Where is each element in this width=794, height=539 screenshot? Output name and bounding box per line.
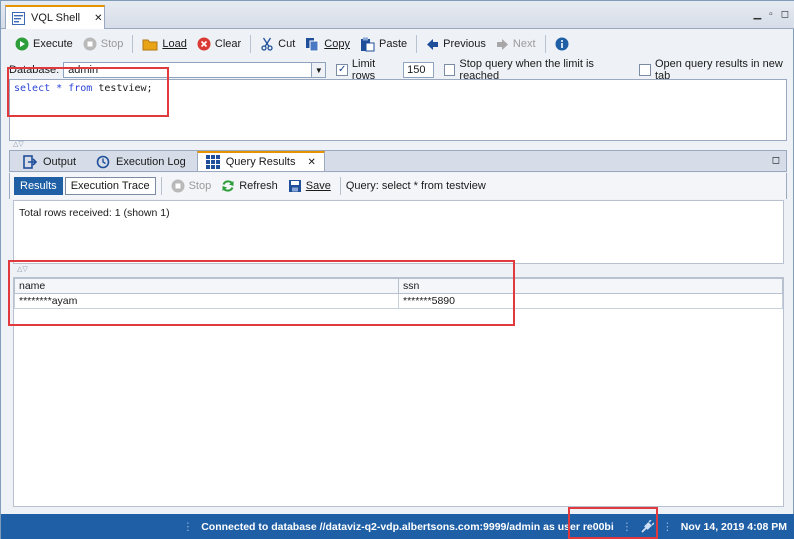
tab-query-results[interactable]: Query Results ✕ xyxy=(196,151,325,171)
tab-output[interactable]: Output xyxy=(14,151,85,171)
toolbar-separator xyxy=(160,177,162,195)
window-controls: ▁ ▫ ◻ xyxy=(753,9,789,20)
cell-ssn[interactable]: *******5890 xyxy=(398,293,783,309)
toolbar-separator xyxy=(339,177,341,195)
editor-splitter[interactable]: △▽ xyxy=(13,140,24,148)
cell-name[interactable]: ********ayam xyxy=(14,293,399,309)
editor-tab-strip: VQL Shell ✕ ▁ ▫ ◻ xyxy=(1,1,794,29)
copy-button[interactable]: Copy xyxy=(301,33,354,55)
database-value: admin xyxy=(68,64,99,76)
grid-icon xyxy=(205,155,220,169)
stop-icon xyxy=(171,179,185,193)
tab-title: VQL Shell xyxy=(31,12,81,24)
info-icon xyxy=(555,37,569,51)
previous-button[interactable]: Previous xyxy=(422,33,490,55)
limit-rows-input[interactable]: 150 xyxy=(403,62,434,78)
results-splitter[interactable]: △▽ xyxy=(17,265,28,273)
execute-button[interactable]: Execute xyxy=(11,33,77,55)
close-tab-icon[interactable]: ✕ xyxy=(94,13,102,24)
result-panel-tabs: Output Execution Log Query Results ✕ ◻ xyxy=(9,150,787,172)
database-select[interactable]: admin ▼ xyxy=(63,62,327,78)
plug-icon xyxy=(641,520,655,533)
stop-query-checkbox[interactable] xyxy=(443,64,456,76)
stop-icon xyxy=(83,37,97,51)
subtab-execution-trace[interactable]: Execution Trace xyxy=(64,177,156,195)
query-summary: Query: select * from testview xyxy=(345,180,486,192)
folder-icon xyxy=(142,39,158,51)
minimize-icon[interactable]: ▁ xyxy=(753,9,761,20)
results-toolbar: Results Execution Trace Stop Refresh Sav… xyxy=(9,173,787,199)
results-stop-button[interactable]: Stop xyxy=(167,175,216,197)
results-message: Total rows received: 1 (shown 1) xyxy=(13,200,784,264)
chevron-down-icon[interactable]: ▼ xyxy=(311,63,326,77)
toolbar-separator xyxy=(416,35,418,53)
select-star: * xyxy=(56,83,63,94)
column-header-name[interactable]: name xyxy=(14,278,399,294)
tab-execution-log[interactable]: Execution Log xyxy=(87,151,195,171)
keyword-from: from xyxy=(68,83,93,94)
clear-icon xyxy=(197,37,211,51)
copy-icon xyxy=(306,37,319,51)
next-button[interactable]: Next xyxy=(492,33,540,55)
subtab-results[interactable]: Results xyxy=(14,177,63,195)
table-name: testview; xyxy=(98,83,153,94)
stop-button[interactable]: Stop xyxy=(79,33,128,55)
close-tab-icon[interactable]: ✕ xyxy=(307,157,315,168)
results-table: name ssn ********ayam *******5890 xyxy=(14,278,783,309)
history-icon xyxy=(96,155,110,168)
vql-shell-window: VQL Shell ✕ ▁ ▫ ◻ Execute Stop Load Clea… xyxy=(0,0,794,539)
limit-rows-checkbox[interactable]: ✓ xyxy=(336,64,348,76)
status-grip: ⋮ xyxy=(621,521,633,533)
status-datetime: Nov 14, 2019 4:08 PM xyxy=(680,521,787,533)
table-row[interactable]: ********ayam *******5890 xyxy=(14,293,783,309)
paste-icon xyxy=(360,37,375,51)
clear-button[interactable]: Clear xyxy=(193,33,245,55)
tab-vql-shell[interactable]: VQL Shell ✕ xyxy=(5,5,105,29)
toolbar-separator xyxy=(544,35,546,53)
arrow-left-icon xyxy=(427,38,439,50)
info-button[interactable] xyxy=(551,33,573,55)
maximize-panel-icon[interactable]: ◻ xyxy=(772,155,780,166)
play-icon xyxy=(15,37,29,51)
arrow-right-icon xyxy=(496,38,508,50)
refresh-icon xyxy=(222,180,234,192)
paste-button[interactable]: Paste xyxy=(356,33,411,55)
scissors-icon xyxy=(261,37,273,51)
keyword-select: select xyxy=(14,83,51,94)
restore-icon[interactable]: ▫ xyxy=(769,9,773,20)
status-grip: ⋮ xyxy=(662,521,673,533)
query-editor[interactable]: select * from testview; xyxy=(9,79,787,141)
load-button[interactable]: Load xyxy=(138,33,190,55)
vql-shell-icon xyxy=(12,11,25,25)
refresh-button[interactable]: Refresh xyxy=(217,175,282,197)
table-header-row: name ssn xyxy=(14,278,783,294)
status-bar: ⋮ Connected to database //dataviz-q2-vdp… xyxy=(1,514,794,539)
toolbar-separator xyxy=(132,35,134,53)
output-icon xyxy=(23,154,37,169)
results-grid: name ssn ********ayam *******5890 xyxy=(13,277,784,507)
main-toolbar: Execute Stop Load Clear Cut Copy Paste P… xyxy=(1,31,794,57)
cut-button[interactable]: Cut xyxy=(256,33,299,55)
status-grip: ⋮ xyxy=(182,521,194,533)
database-options-row: Database: admin ▼ ✓ Limit rows 150 Stop … xyxy=(1,58,794,82)
save-button[interactable]: Save xyxy=(284,175,335,197)
database-label: Database: xyxy=(9,64,60,76)
save-icon xyxy=(288,180,301,192)
toolbar-separator xyxy=(250,35,252,53)
connection-status: Connected to database //dataviz-q2-vdp.a… xyxy=(201,521,614,533)
maximize-icon[interactable]: ◻ xyxy=(781,9,789,20)
open-results-checkbox[interactable] xyxy=(639,64,651,76)
rows-received-text: Total rows received: 1 (shown 1) xyxy=(19,207,170,219)
column-header-ssn[interactable]: ssn xyxy=(398,278,783,294)
